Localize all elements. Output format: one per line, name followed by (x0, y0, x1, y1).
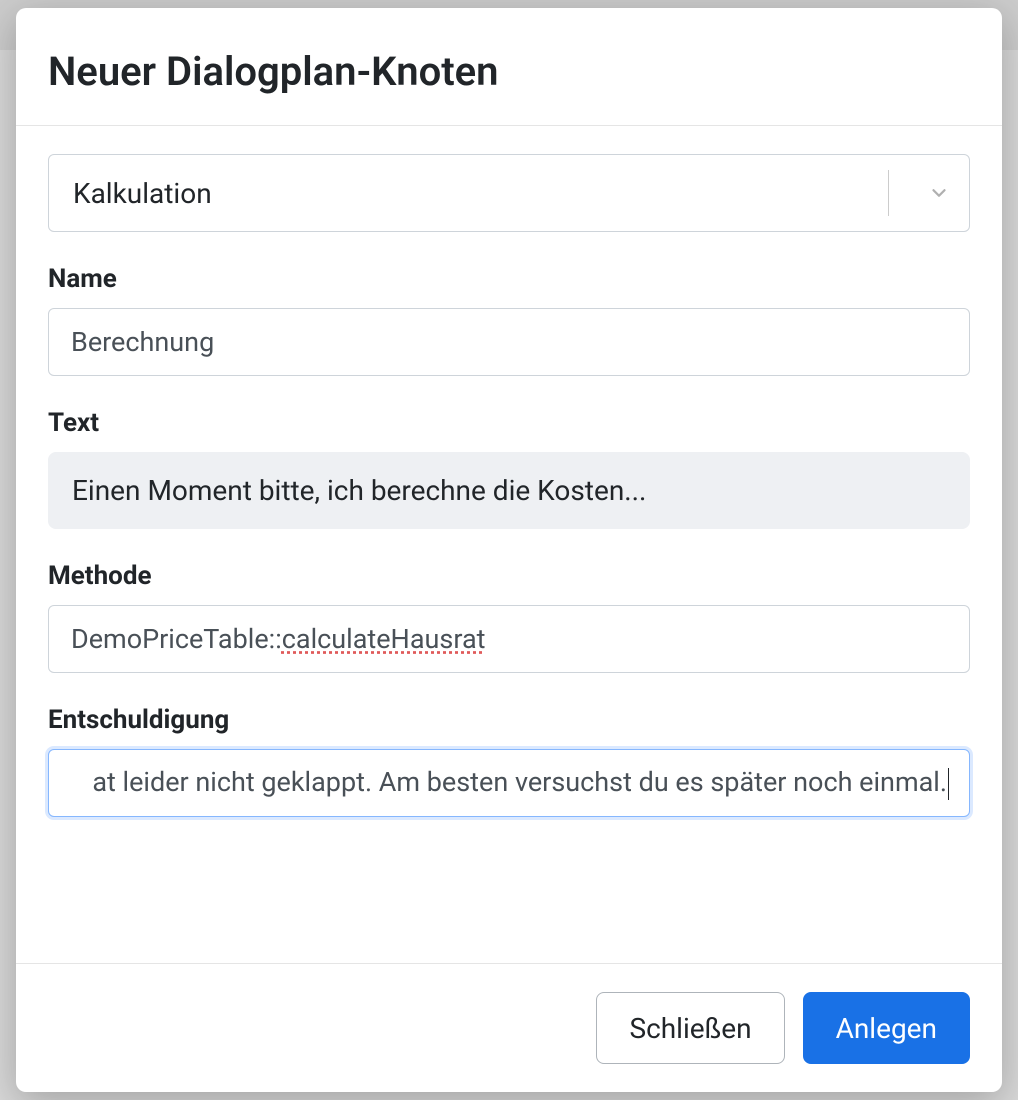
close-button[interactable]: Schließen (596, 992, 784, 1064)
name-input[interactable] (48, 308, 970, 376)
text-label: Text (48, 408, 970, 438)
modal-body: Kalkulation Name Text Einen Moment bitte… (16, 126, 1002, 963)
dropdown-selected-value: Kalkulation (73, 177, 888, 210)
modal-header: Neuer Dialogplan-Knoten (16, 8, 1002, 126)
text-caret (948, 768, 949, 800)
apology-input[interactable]: at leider nicht geklappt. Am besten vers… (48, 749, 970, 817)
create-button[interactable]: Anlegen (803, 992, 970, 1064)
apology-label: Entschuldigung (48, 705, 970, 735)
create-dialog-node-modal: Neuer Dialogplan-Knoten Kalkulation Name… (16, 8, 1002, 1092)
chevron-down-icon (909, 182, 969, 204)
text-display[interactable]: Einen Moment bitte, ich berechne die Kos… (48, 452, 970, 529)
modal-footer: Schließen Anlegen (16, 963, 1002, 1092)
method-prefix: DemoPriceTable:: (71, 623, 282, 655)
method-input[interactable]: DemoPriceTable::calculateHausrat (48, 605, 970, 673)
node-type-dropdown[interactable]: Kalkulation (48, 154, 970, 232)
text-field-group: Text Einen Moment bitte, ich berechne di… (48, 408, 970, 529)
method-label: Methode (48, 561, 970, 591)
method-suffix: calculateHausrat (282, 623, 486, 655)
apology-field-group: Entschuldigung at leider nicht geklappt.… (48, 705, 970, 817)
name-label: Name (48, 264, 970, 294)
method-field-group: Methode DemoPriceTable::calculateHausrat (48, 561, 970, 673)
modal-title: Neuer Dialogplan-Knoten (48, 48, 970, 95)
name-field-group: Name (48, 264, 970, 376)
